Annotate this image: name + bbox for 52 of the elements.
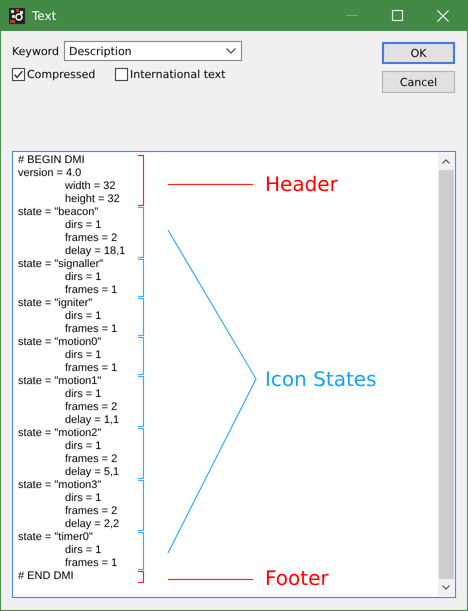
checkbox[interactable] [12, 68, 25, 81]
code-line: frames = 1 [65, 323, 118, 336]
code-line: frames = 2 [65, 453, 118, 466]
code-line: delay = 1,1 [65, 414, 120, 427]
ok-button[interactable]: OK [382, 42, 455, 64]
close-icon[interactable] [437, 10, 449, 22]
chevron-down-icon [226, 48, 236, 54]
code-line: dirs = 1 [65, 310, 102, 323]
code-line: version = 4.0 [18, 167, 82, 180]
code-line: state = "beacon" [18, 206, 98, 219]
code-line: dirs = 1 [65, 388, 102, 401]
code-line: state = "igniter" [18, 297, 92, 310]
code-line: dirs = 1 [65, 349, 102, 362]
code-line: width = 32 [65, 180, 116, 193]
code-line: dirs = 1 [65, 492, 102, 505]
code-line: # END DMI [18, 570, 74, 583]
code-line: # BEGIN DMI [18, 154, 85, 167]
code-line: state = "motion3" [18, 479, 102, 492]
annotation-label: Header [265, 172, 338, 196]
checkbox-label[interactable]: Compressed [27, 68, 96, 81]
scroll-up-icon[interactable] [442, 159, 450, 164]
code-line: dirs = 1 [65, 440, 102, 453]
keyword-label: Keyword [12, 44, 60, 58]
checkbox[interactable] [115, 68, 128, 81]
maximize-icon[interactable] [392, 10, 403, 21]
text-area[interactable] [12, 151, 456, 598]
annotation-label: Footer [265, 566, 329, 590]
code-line: height = 32 [65, 193, 120, 206]
code-line: dirs = 1 [65, 271, 102, 284]
code-line: state = "timer0" [18, 531, 93, 544]
code-line: frames = 2 [65, 232, 118, 245]
annotation-label: Icon States [265, 367, 377, 391]
code-line: delay = 5,1 [65, 466, 120, 479]
code-line: frames = 1 [65, 284, 118, 297]
code-line: frames = 2 [65, 505, 118, 518]
code-line: delay = 2,2 [65, 518, 120, 531]
window-title: Text [32, 8, 56, 22]
code-line: frames = 1 [65, 362, 118, 375]
app-icon [9, 8, 25, 24]
scroll-down-icon[interactable] [442, 585, 450, 590]
code-line: state = "signaller" [18, 258, 104, 271]
keyword-dropdown[interactable]: Description [64, 41, 242, 61]
code-line: state = "motion0" [18, 336, 102, 349]
code-line: frames = 1 [65, 557, 118, 570]
code-line: dirs = 1 [65, 219, 102, 232]
code-line: frames = 2 [65, 401, 118, 414]
code-line: dirs = 1 [65, 544, 102, 557]
code-line: delay = 18,1 [65, 245, 126, 258]
cancel-button[interactable]: Cancel [382, 71, 455, 93]
checkbox-label[interactable]: International text [130, 68, 226, 81]
code-line: state = "motion1" [18, 375, 102, 388]
code-line: state = "motion2" [18, 427, 102, 440]
